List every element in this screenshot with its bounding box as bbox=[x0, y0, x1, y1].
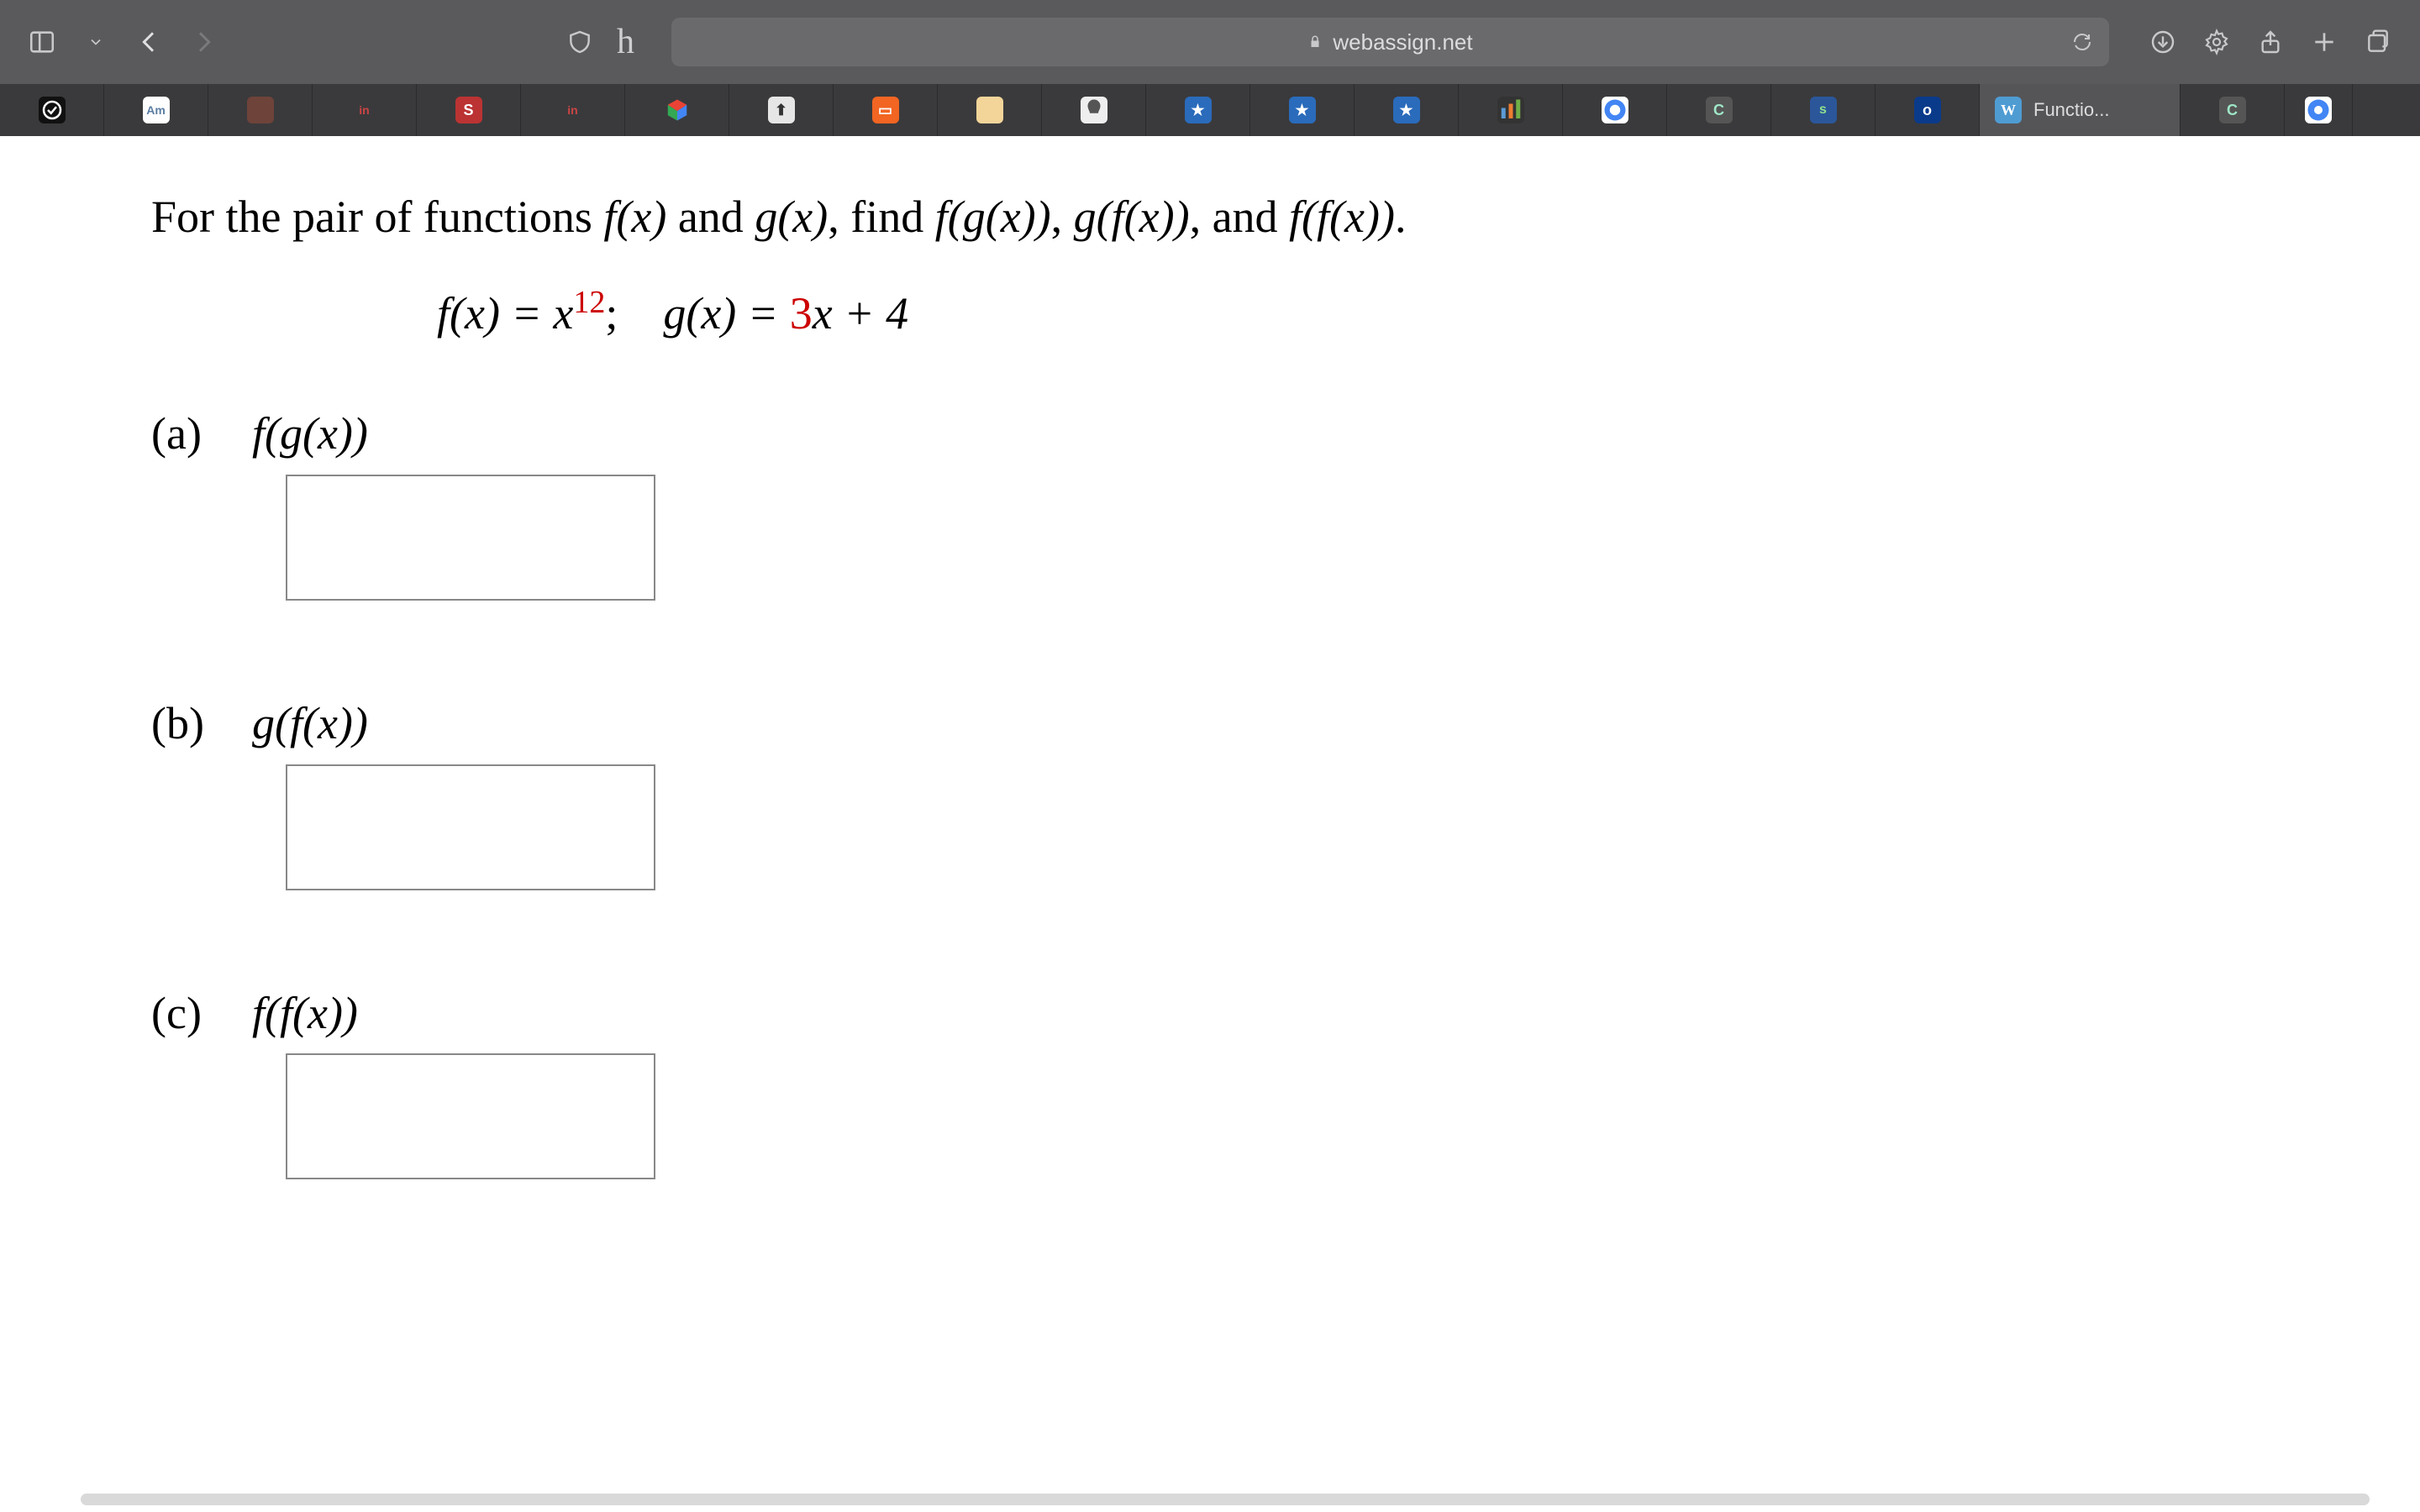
shield-icon[interactable] bbox=[563, 25, 597, 59]
webassign-favicon: W bbox=[1995, 97, 2022, 123]
reload-icon[interactable] bbox=[2072, 32, 2092, 52]
lock-icon bbox=[1307, 34, 1323, 50]
tab-3[interactable] bbox=[208, 84, 313, 136]
tab-11[interactable] bbox=[1042, 84, 1146, 136]
tab-4[interactable]: in bbox=[313, 84, 417, 136]
tab-6[interactable]: in bbox=[521, 84, 625, 136]
horizontal-scrollbar[interactable] bbox=[81, 1494, 2370, 1505]
def-gx-coef: 3 bbox=[790, 288, 813, 339]
part-b-answer bbox=[286, 764, 2302, 890]
fn-gfx: g(f(x)) bbox=[1074, 192, 1190, 242]
tab-9[interactable]: ▭ bbox=[834, 84, 938, 136]
part-c-label: (c) bbox=[151, 983, 218, 1044]
function-definitions: f(x) = x12; g(x) = 3x + 4 bbox=[151, 281, 2302, 344]
tab-8[interactable]: ⬆ bbox=[729, 84, 834, 136]
tab-13[interactable]: ★ bbox=[1250, 84, 1355, 136]
tab-2[interactable]: Am bbox=[104, 84, 208, 136]
prompt-text: For the pair of functions bbox=[151, 192, 603, 242]
answer-input-c[interactable] bbox=[286, 1053, 655, 1179]
tab-strip: Am in S in ⬆ ▭ ★ ★ ★ C s o W Functio... … bbox=[0, 84, 2420, 136]
new-tab-button[interactable] bbox=[2307, 25, 2341, 59]
tab-14[interactable]: ★ bbox=[1355, 84, 1459, 136]
tab-19[interactable]: o bbox=[1876, 84, 1980, 136]
fn-fgx: f(g(x)) bbox=[935, 192, 1051, 242]
part-c-answer bbox=[286, 1053, 2302, 1179]
part-b-expr: g(f(x)) bbox=[252, 693, 368, 754]
tab-21[interactable]: C bbox=[2181, 84, 2285, 136]
tab-1[interactable] bbox=[0, 84, 104, 136]
tab-12[interactable]: ★ bbox=[1146, 84, 1250, 136]
sidebar-toggle-icon[interactable] bbox=[25, 25, 59, 59]
forward-button bbox=[187, 25, 220, 59]
settings-icon[interactable] bbox=[2200, 25, 2233, 59]
part-a: (a) f(g(x)) bbox=[151, 403, 2302, 465]
fn-fx: f(x) bbox=[603, 192, 666, 242]
share-icon[interactable] bbox=[2254, 25, 2287, 59]
def-gx: g(x) = bbox=[663, 288, 789, 339]
question-prompt: For the pair of functions f(x) and g(x),… bbox=[151, 186, 2302, 248]
answer-input-a[interactable] bbox=[286, 475, 655, 601]
active-tab-label: Functio... bbox=[2033, 99, 2109, 121]
tab-15[interactable] bbox=[1459, 84, 1563, 136]
tab-overview-icon[interactable] bbox=[2361, 25, 2395, 59]
def-fx-exp: 12 bbox=[573, 285, 605, 320]
url-host-text: webassign.net bbox=[1333, 29, 1472, 55]
part-c-expr: f(f(x)) bbox=[252, 983, 358, 1044]
def-fx: f(x) = x bbox=[437, 288, 573, 339]
tab-7[interactable] bbox=[625, 84, 729, 136]
part-b-label: (b) bbox=[151, 693, 218, 754]
part-a-label: (a) bbox=[151, 403, 218, 465]
back-button[interactable] bbox=[133, 25, 166, 59]
question-content: For the pair of functions f(x) and g(x),… bbox=[0, 136, 2420, 1213]
def-gx-tail: x + 4 bbox=[813, 288, 908, 339]
part-b: (b) g(f(x)) bbox=[151, 693, 2302, 754]
fn-gx: g(x) bbox=[755, 192, 828, 242]
browser-toolbar: h webassign.net bbox=[0, 0, 2420, 84]
chevron-down-icon[interactable] bbox=[79, 25, 113, 59]
answer-input-b[interactable] bbox=[286, 764, 655, 890]
tab-active[interactable]: W Functio... bbox=[1980, 84, 2181, 136]
part-a-answer bbox=[286, 475, 2302, 601]
tab-10[interactable] bbox=[938, 84, 1042, 136]
part-a-expr: f(g(x)) bbox=[252, 403, 368, 465]
tab-17[interactable]: C bbox=[1667, 84, 1771, 136]
fn-ffx: f(f(x)) bbox=[1289, 192, 1395, 242]
site-logo-icon: h bbox=[617, 22, 634, 62]
tab-16[interactable] bbox=[1563, 84, 1667, 136]
tab-22[interactable] bbox=[2285, 84, 2353, 136]
address-bar[interactable]: webassign.net bbox=[671, 18, 2109, 66]
part-c: (c) f(f(x)) bbox=[151, 983, 2302, 1044]
tab-5[interactable]: S bbox=[417, 84, 521, 136]
downloads-icon[interactable] bbox=[2146, 25, 2180, 59]
tab-18[interactable]: s bbox=[1771, 84, 1876, 136]
